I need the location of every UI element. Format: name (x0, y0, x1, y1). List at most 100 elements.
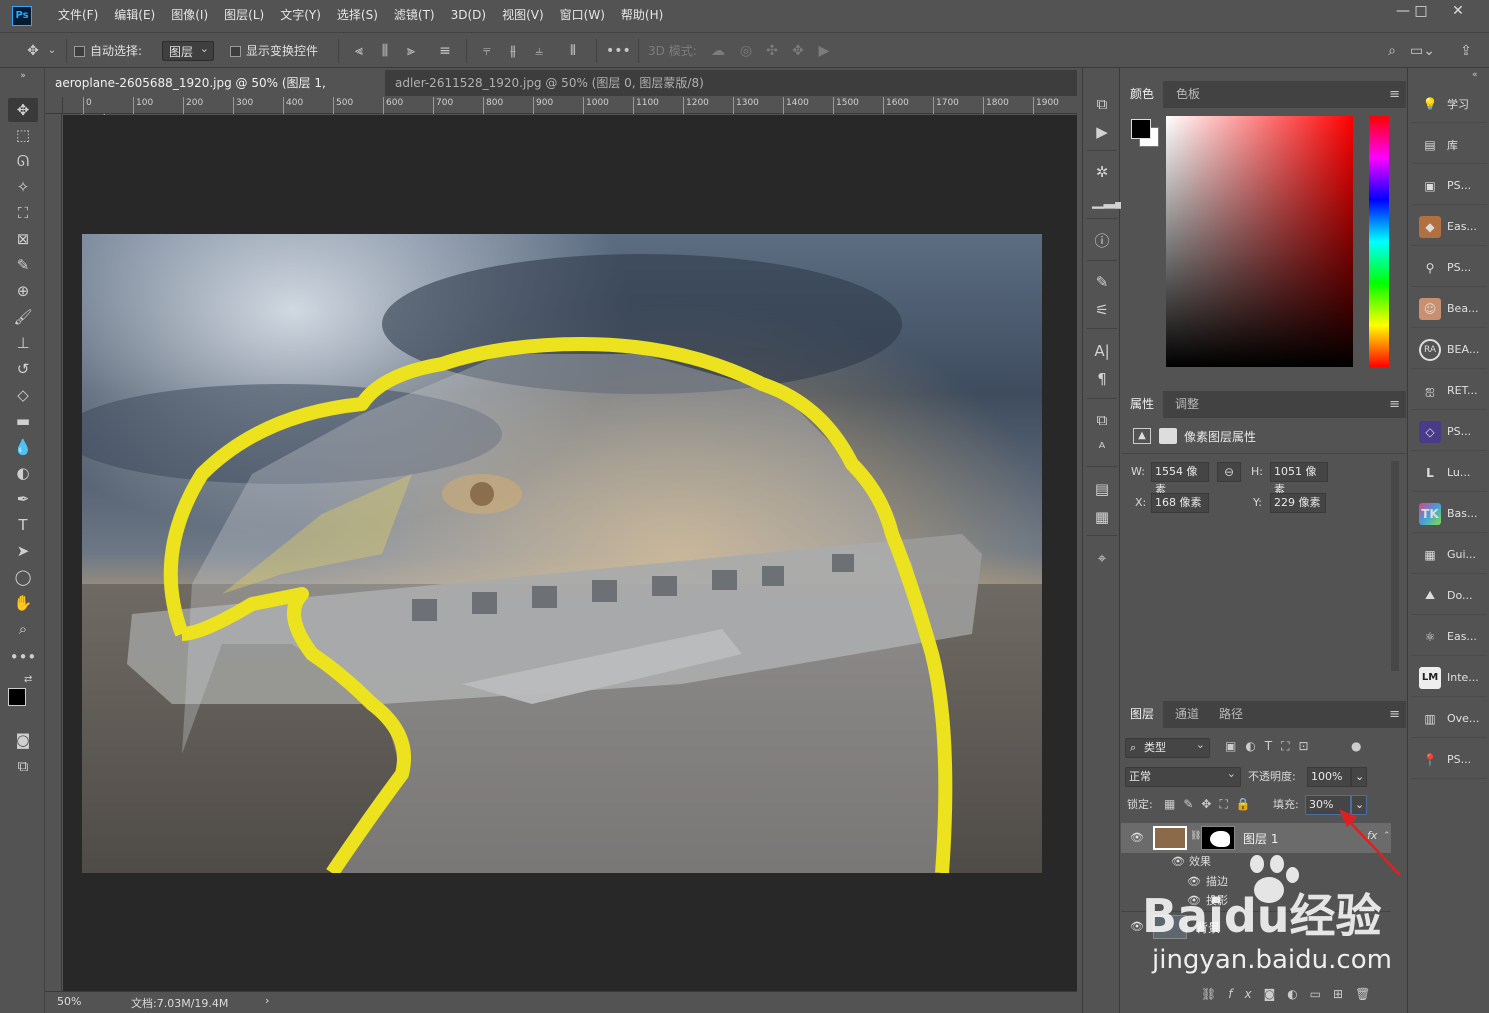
panel-ext-13[interactable]: LM Inte... (1411, 659, 1487, 697)
effect-drop-shadow[interactable]: 投影 (1206, 892, 1228, 908)
panel-menu-icon[interactable]: ≡ (1389, 397, 1400, 412)
menu-layer[interactable]: 图层(L) (216, 0, 272, 31)
menu-help[interactable]: 帮助(H) (613, 0, 671, 31)
pen-tool-icon[interactable]: ✒ (8, 487, 38, 511)
blur-tool-icon[interactable]: 💧 (8, 435, 38, 459)
healing-tool-icon[interactable]: ⊕ (8, 279, 38, 303)
filter-icons[interactable]: ▣◐T⛶⊡ (1225, 739, 1318, 754)
show-transform-checkbox[interactable]: 显示变换控件 (230, 41, 318, 61)
panel-menu-icon[interactable]: ≡ (1389, 707, 1400, 722)
timeline-icon[interactable]: ⌖ (1092, 548, 1112, 568)
histogram-icon[interactable]: ▁▂▃ (1092, 190, 1127, 210)
menu-edit[interactable]: 编辑(E) (106, 0, 163, 31)
actions-play-icon[interactable]: ▶ (1092, 122, 1112, 142)
panel-ext-15[interactable]: 📍 PS... (1411, 741, 1487, 779)
gradient-tool-icon[interactable]: ▬ (8, 409, 38, 433)
panel-learn[interactable]: 💡 学习 (1411, 85, 1487, 123)
eraser-tool-icon[interactable]: ◇ (8, 383, 38, 407)
panel-ext-9[interactable]: TK Bas... (1411, 495, 1487, 533)
3d-roll-icon[interactable]: ◎ (736, 41, 756, 61)
link-icon[interactable]: ⊖ (1217, 462, 1241, 482)
tab-paths[interactable]: 路径 (1210, 701, 1252, 728)
opacity-dropdown[interactable]: ⌄ (1351, 767, 1367, 787)
workspace-icon[interactable]: ▭⌄ (1410, 41, 1435, 61)
eyedropper-tool-icon[interactable]: ✎ (8, 253, 38, 277)
3d-orbit-icon[interactable]: ☁ (708, 41, 728, 61)
document-canvas[interactable] (82, 234, 1042, 873)
3d-camera-icon[interactable]: ▶ (814, 41, 834, 61)
panel-ext-5[interactable]: RA BEA... (1411, 331, 1487, 369)
search-icon[interactable]: ⌕ (1382, 41, 1402, 61)
tab-color[interactable]: 颜色 (1121, 81, 1164, 108)
tab-adjustments[interactable]: 调整 (1166, 391, 1208, 418)
align-bottom-icon[interactable]: ⫨ (530, 41, 548, 61)
panel-libraries[interactable]: ▤ 库 (1411, 126, 1487, 164)
more-tools-icon[interactable]: ••• (8, 645, 38, 669)
clone-source-icon[interactable]: ⧉ (1092, 410, 1112, 430)
glyphs-icon[interactable]: ᴬ (1092, 438, 1112, 458)
x-field[interactable]: 168 像素 (1151, 493, 1209, 513)
crop-tool-icon[interactable]: ⛶ (8, 201, 38, 225)
tab-adler[interactable]: adler-2611528_1920.jpg @ 50% (图层 0, 图层蒙版… (385, 70, 721, 116)
visibility-eye-icon[interactable]: 👁 (1171, 855, 1185, 868)
tab-swatches[interactable]: 色板 (1167, 81, 1209, 108)
chevron-down-icon[interactable]: ⌄ (46, 41, 58, 61)
swap-colors-icon[interactable]: ⇄ (24, 674, 32, 685)
collapse-icon[interactable]: » (8, 70, 38, 82)
close-window-button[interactable]: ✕ (1440, 0, 1476, 24)
brush-tool-icon[interactable]: 🖌 (8, 305, 38, 329)
align-left-icon[interactable]: ⫷ (350, 41, 368, 61)
share-icon[interactable]: ⇪ (1456, 41, 1476, 61)
menu-filter[interactable]: 滤镜(T) (386, 0, 443, 31)
auto-select-checkbox[interactable]: 自动选择: (74, 41, 142, 61)
panel-ext-1[interactable]: ▣ PS... (1411, 167, 1487, 205)
tab-properties[interactable]: 属性 (1121, 391, 1164, 418)
layer-row-background[interactable]: 👁 背景 (1121, 911, 1391, 941)
collapse-icon[interactable]: « (1472, 70, 1478, 80)
visibility-eye-icon[interactable]: 👁 (1130, 831, 1144, 844)
3d-icon[interactable]: ✲ (1092, 162, 1112, 182)
menu-type[interactable]: 文字(Y) (272, 0, 329, 31)
auto-select-target-select[interactable]: 图层 (162, 39, 214, 61)
foreground-color-swatch[interactable] (8, 688, 26, 706)
lasso-tool-icon[interactable]: ᘏ (8, 149, 38, 173)
tab-channels[interactable]: 通道 (1166, 701, 1208, 728)
distribute-vertical-icon[interactable]: ⫴ (564, 41, 582, 61)
width-field[interactable]: 1554 像素 (1151, 462, 1209, 496)
frame-tool-icon[interactable]: ⊠ (8, 227, 38, 251)
menu-select[interactable]: 选择(S) (329, 0, 386, 31)
menu-image[interactable]: 图像(I) (163, 0, 216, 31)
zoom-tool-icon[interactable]: ⌕ (8, 617, 38, 641)
panel-ext-4[interactable]: ☺ Bea... (1411, 290, 1487, 328)
move-tool-icon[interactable]: ✥ (8, 98, 38, 122)
panel-ext-11[interactable]: ⛰ Do... (1411, 577, 1487, 615)
distribute-icon[interactable]: ≡ (436, 41, 454, 61)
menu-view[interactable]: 视图(V) (494, 0, 552, 31)
libraries-icon[interactable]: ▤ (1092, 479, 1112, 499)
blend-mode-select[interactable]: 正常 (1125, 765, 1241, 787)
history-icon[interactable]: ⧉ (1092, 94, 1112, 114)
lock-icons[interactable]: ▦✎✥⛶🔒 (1164, 797, 1259, 812)
character-icon[interactable]: A| (1092, 341, 1112, 361)
move-tool-icon[interactable]: ✥ (22, 41, 44, 61)
visibility-eye-icon[interactable]: 👁 (1187, 894, 1201, 907)
path-select-tool-icon[interactable]: ➤ (8, 539, 38, 563)
chain-link-icon[interactable]: ⛓ (1190, 831, 1201, 841)
brush-settings-icon[interactable]: ✎ (1092, 272, 1112, 292)
screen-mode-icon[interactable]: ⧉ (8, 754, 38, 778)
align-middle-icon[interactable]: ⫵ (504, 41, 522, 61)
height-field[interactable]: 1051 像素 (1270, 462, 1328, 496)
panel-ext-10[interactable]: ▦ Gui... (1411, 536, 1487, 574)
tab-layers[interactable]: 图层 (1121, 701, 1164, 728)
panel-ext-2[interactable]: ◆ Eas... (1411, 208, 1487, 246)
visibility-eye-icon[interactable]: 👁 (1187, 875, 1201, 888)
panel-ext-6[interactable]: ஐ RET... (1411, 372, 1487, 410)
ellipse-tool-icon[interactable]: ◯ (8, 565, 38, 589)
panel-ext-12[interactable]: ⚛ Eas... (1411, 618, 1487, 656)
notes-icon[interactable]: ▦ (1092, 507, 1112, 527)
marquee-tool-icon[interactable]: ⬚ (8, 123, 38, 147)
menu-file[interactable]: 文件(F) (50, 0, 106, 31)
panel-ext-3[interactable]: ⚲ PS... (1411, 249, 1487, 287)
3d-slide-icon[interactable]: ✥ (788, 41, 808, 61)
align-top-icon[interactable]: ⫧ (478, 41, 496, 61)
